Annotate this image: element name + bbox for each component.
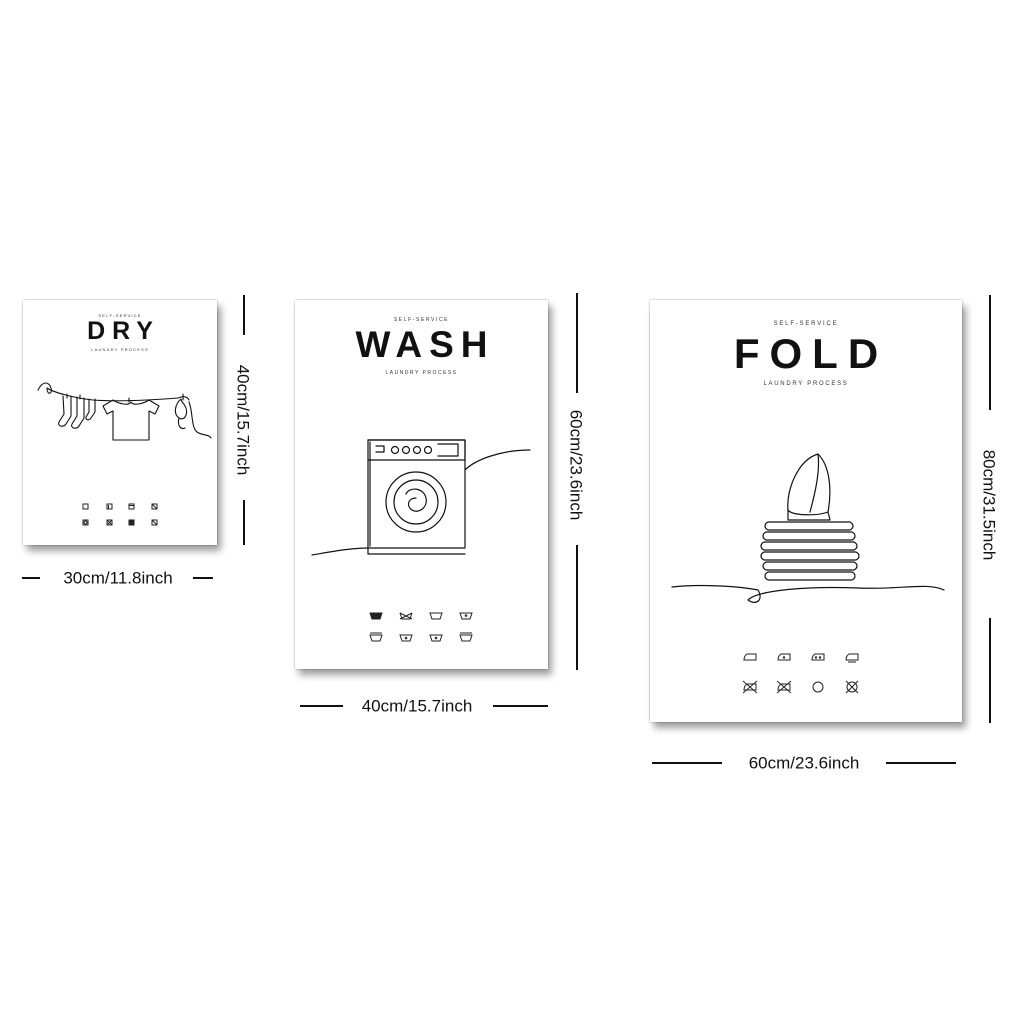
poster-subtitle: LAUNDRY PROCESS: [91, 347, 149, 352]
wash-width-line-right: [493, 705, 548, 707]
poster-subtitle: LAUNDRY PROCESS: [385, 370, 458, 376]
fold-width-line-left: [652, 762, 722, 764]
fold-poster: SELF-SERVICE FOLD LAUNDRY PROCESS: [650, 300, 962, 722]
dry-height-label: 40cm/15.7inch: [233, 364, 253, 476]
iron-high-icon: [811, 653, 825, 661]
washing-machine-icon: [311, 439, 531, 556]
care-symbols: [369, 612, 473, 642]
wash-40-icon: [429, 612, 443, 620]
wash-height-label: 60cm/23.6inch: [566, 409, 586, 521]
wash-delicate-icon: [459, 634, 473, 642]
wash-cold-icon: [369, 634, 383, 642]
fold-height-line-top: [989, 295, 991, 410]
poster-tagline: SELF-SERVICE: [773, 321, 839, 327]
poster-title: DRY: [87, 317, 160, 345]
hand-wash-icon: [369, 612, 383, 620]
line-dry-icon: [106, 503, 113, 510]
wash-height-line-top: [576, 293, 578, 393]
care-symbols: [742, 653, 859, 694]
iron-on-folded-clothes-icon: [671, 453, 945, 603]
fold-height-line-bottom: [989, 618, 991, 723]
dry-width-line-left: [22, 577, 40, 579]
wash-poster: SELF-SERVICE WASH LAUNDRY PROCESS: [295, 300, 548, 669]
poster-subtitle: LAUNDRY PROCESS: [763, 381, 849, 387]
fold-width-label: 60cm/23.6inch: [748, 753, 860, 773]
dry-high-icon: [128, 519, 135, 526]
dry-width-line-right: [193, 577, 213, 579]
wash-width-line-left: [300, 705, 343, 707]
dry-poster: SELF-SERVICE DRY LAUNDRY PROCESS: [23, 300, 217, 545]
no-wash-icon: [399, 634, 413, 642]
iron-steam-icon: [845, 653, 859, 661]
dry-height-line-bottom: [243, 500, 245, 545]
dry-width-label: 30cm/11.8inch: [63, 568, 173, 588]
tumble-dry-icon: [82, 503, 89, 510]
wash-width-label: 40cm/15.7inch: [361, 696, 473, 716]
drip-dry-icon: [128, 503, 135, 510]
care-symbols: [82, 503, 158, 526]
dry-height-line-top: [243, 295, 245, 335]
poster-tagline: SELF-SERVICE: [393, 317, 450, 323]
wash-height-line-bottom: [576, 545, 578, 670]
dry-clean-icon: [812, 681, 824, 693]
fold-width-line-right: [886, 762, 956, 764]
clothesline-icon: [37, 382, 212, 441]
fold-height-label: 80cm/31.5inch: [979, 449, 999, 561]
wash-gentle-icon: [429, 634, 443, 642]
poster-title: WASH: [355, 324, 495, 365]
iron-low-icon: [743, 653, 757, 661]
poster-title: FOLD: [733, 330, 889, 377]
